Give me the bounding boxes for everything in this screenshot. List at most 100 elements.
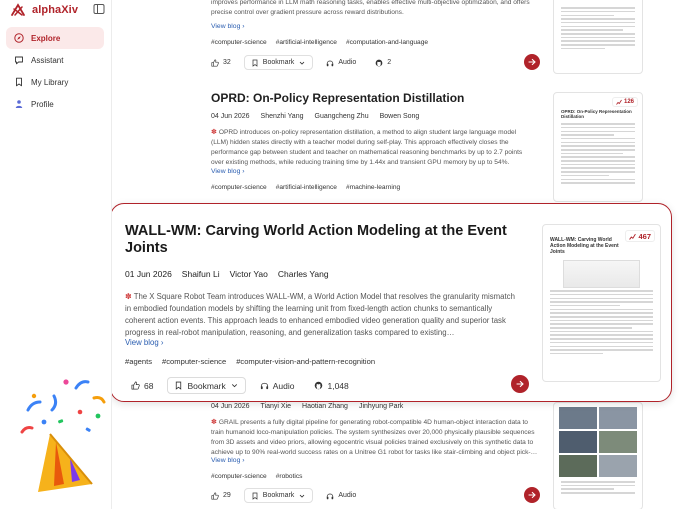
paper-thumbnail[interactable]: [553, 0, 643, 74]
audio-label: Audio: [272, 380, 295, 391]
audio-button[interactable]: Audio: [254, 377, 301, 394]
summary-text: OPRD introduces on-policy representation…: [211, 129, 523, 166]
audio-button[interactable]: Audio: [320, 488, 362, 503]
tag[interactable]: #computer-science: [211, 184, 267, 191]
like-count: 32: [223, 59, 231, 66]
summary-line: improves performance in LLM math reasoni…: [211, 0, 530, 6]
author[interactable]: Victor Yao: [230, 269, 268, 279]
bookmark-label: Bookmark: [262, 492, 295, 499]
party-popper-icon: [20, 379, 106, 492]
trending-badge: 126: [611, 97, 638, 107]
arrow-right-icon: [528, 58, 536, 66]
paper-summary: improves performance in LLM math reasoni…: [211, 0, 551, 18]
arrow-right-icon: [528, 491, 536, 499]
tag[interactable]: #computer-science: [162, 357, 226, 366]
author[interactable]: Guangcheng Zhu: [315, 113, 369, 120]
tag[interactable]: #computation-and-language: [346, 39, 428, 46]
sidebar-collapse-icon[interactable]: [93, 3, 105, 15]
audio-button[interactable]: Audio: [320, 55, 362, 70]
paper-summary: ✽ OPRD introduces on-policy representatio…: [211, 128, 533, 168]
trending-count: 467: [638, 231, 651, 241]
paper-card[interactable]: OPRD: On-Policy Representation Distillat…: [203, 84, 643, 202]
sidebar-item-profile[interactable]: Profile: [6, 93, 104, 115]
bookmark-icon: [16, 77, 22, 87]
like-button[interactable]: 68: [125, 377, 159, 394]
paper-feed: improves performance in LLM math reasoni…: [112, 0, 680, 509]
github-button[interactable]: 2: [369, 55, 397, 70]
like-button[interactable]: 32: [205, 55, 237, 70]
summary-text: GRAIL presents a fully digital pipeline …: [211, 419, 538, 456]
thumbs-up-icon: [211, 58, 219, 67]
view-blog-link[interactable]: View blog ›: [211, 23, 245, 30]
sidebar-item-label: Explore: [31, 33, 61, 43]
bookmark-label: Bookmark: [187, 380, 226, 391]
author[interactable]: Tianyi Xie: [261, 403, 291, 410]
tag-list: #computer-science #robotics: [211, 473, 302, 480]
summary-line: precise control over gradient pressure a…: [211, 9, 404, 16]
paper-title[interactable]: OPRD: On-Policy Representation Distillat…: [211, 91, 464, 105]
sidebar-item-assistant[interactable]: Assistant: [6, 49, 104, 71]
tag[interactable]: #machine-learning: [346, 184, 400, 191]
bookmark-button[interactable]: Bookmark: [243, 488, 314, 503]
trending-chart-icon: [616, 99, 622, 105]
paper-title[interactable]: WALL-WM: Carving World Action Modeling a…: [125, 223, 515, 257]
trending-count: 126: [623, 99, 634, 105]
featured-paper-card[interactable]: WALL-WM: Carving World Action Modeling a…: [112, 203, 672, 402]
tag[interactable]: #computer-vision-and-pattern-recognition: [236, 357, 375, 366]
sidebar-item-my-library[interactable]: My Library: [6, 71, 104, 93]
open-paper-button[interactable]: [524, 487, 540, 503]
person-icon: [15, 100, 23, 108]
tag[interactable]: #robotics: [276, 473, 303, 480]
audio-label: Audio: [338, 492, 357, 499]
tag[interactable]: #computer-science: [211, 39, 267, 46]
brand-name: alphaXiv: [32, 4, 79, 16]
headphones-icon: [327, 60, 334, 66]
sidebar-item-label: My Library: [31, 77, 69, 87]
paper-thumbnail[interactable]: 126 OPRD: On-Policy Representation Disti…: [553, 92, 643, 202]
publish-date: 04 Jun 2026: [211, 403, 250, 410]
sidebar-item-label: Profile: [31, 99, 54, 109]
author[interactable]: Shaifun Li: [182, 269, 220, 279]
tag[interactable]: #artificial-intelligence: [276, 39, 337, 46]
summary-text: The X Square Robot Team introduces WALL-…: [125, 292, 515, 337]
github-button[interactable]: 1,048: [308, 377, 354, 394]
bookmark-icon: [252, 492, 258, 500]
tag[interactable]: #computer-science: [211, 473, 267, 480]
paper-meta: 01 Jun 2026 Shaifun Li Victor Yao Charle…: [125, 269, 329, 279]
view-blog-link[interactable]: View blog ›: [125, 338, 163, 347]
paper-meta: 04 Jun 2026 Shenzhi Yang Guangcheng Zhu …: [211, 113, 419, 120]
paper-thumbnail[interactable]: 467 WALL-WM: Carving World Action Modeli…: [542, 224, 661, 382]
bookmark-label: Bookmark: [262, 59, 295, 66]
tag[interactable]: #agents: [125, 357, 152, 366]
view-blog-link[interactable]: View blog ›: [211, 457, 245, 464]
sidebar-item-label: Assistant: [31, 55, 64, 65]
view-blog-link[interactable]: View blog ›: [211, 168, 245, 175]
author[interactable]: Charles Yang: [278, 269, 329, 279]
open-paper-button[interactable]: [511, 375, 529, 393]
sidebar-item-explore[interactable]: Explore: [6, 27, 104, 49]
chat-bubble-icon: [15, 56, 23, 65]
github-icon: [315, 381, 323, 390]
arrow-right-icon: [516, 380, 524, 388]
author[interactable]: Bowen Song: [380, 113, 420, 120]
chevron-down-icon: [231, 384, 237, 388]
author[interactable]: Jinhyung Park: [359, 403, 403, 410]
bookmark-icon: [176, 381, 182, 390]
author[interactable]: Haotian Zhang: [302, 403, 348, 410]
bookmark-icon: [252, 59, 258, 67]
open-paper-button[interactable]: [524, 54, 540, 70]
action-bar: 32 Bookmark Audio 2: [205, 55, 397, 70]
tag-list: #agents #computer-science #computer-visi…: [125, 357, 375, 366]
paper-card[interactable]: 04 Jun 2026 Tianyi Xie Haotian Zhang Jin…: [203, 400, 643, 509]
brand[interactable]: alphaXiv: [10, 0, 78, 20]
ai-sparkle-icon: ✽: [211, 419, 217, 426]
bookmark-button[interactable]: Bookmark: [167, 377, 246, 394]
author[interactable]: Shenzhi Yang: [261, 113, 304, 120]
like-button[interactable]: 29: [205, 488, 237, 503]
paper-thumbnail[interactable]: [553, 402, 643, 509]
bookmark-button[interactable]: Bookmark: [243, 55, 314, 70]
tag[interactable]: #artificial-intelligence: [276, 184, 337, 191]
headphones-icon: [327, 493, 334, 499]
paper-meta: 04 Jun 2026 Tianyi Xie Haotian Zhang Jin…: [211, 403, 403, 410]
paper-card[interactable]: improves performance in LLM math reasoni…: [203, 0, 643, 78]
